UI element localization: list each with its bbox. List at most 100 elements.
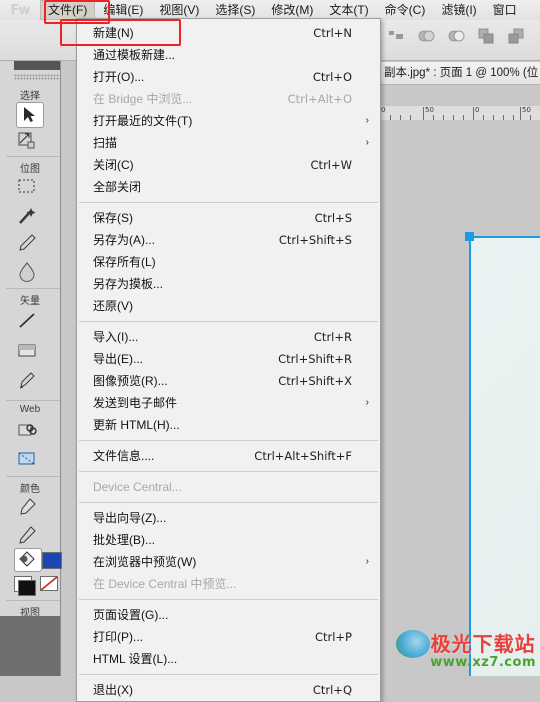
union-shapes-icon[interactable] <box>418 28 435 45</box>
paint-bucket-icon <box>19 551 35 567</box>
divider <box>6 400 60 401</box>
blur-drop-icon[interactable] <box>16 260 38 282</box>
menu-item-label: 在 Device Central 中预览... <box>93 577 237 591</box>
rectangle-icon[interactable] <box>16 340 38 362</box>
menu-separator <box>79 202 378 203</box>
menu-item-label: 另存为摸板... <box>93 277 164 291</box>
menu-item-shortcut: Ctrl+Shift+S <box>278 233 352 247</box>
divider <box>6 156 60 157</box>
document-canvas[interactable] <box>470 236 540 676</box>
menu-item-label: 在浏览器中预览(W) <box>93 555 197 569</box>
menu-item-label: 导出向导(Z)... <box>93 511 167 525</box>
menu-edit[interactable]: 编辑(E) <box>95 0 151 20</box>
document-tab[interactable]: 副本.jpg* : 页面 1 @ 100% (位 <box>380 62 540 85</box>
menu-separator <box>79 440 378 441</box>
menu-item-preview-in-browser[interactable]: 在浏览器中预览(W) › <box>77 551 380 573</box>
menu-item-print[interactable]: 打印(P)... Ctrl+P <box>77 626 380 648</box>
menu-item-save[interactable]: 保存(S) Ctrl+S <box>77 207 380 229</box>
magic-wand-icon[interactable] <box>16 205 38 227</box>
menu-item-label: 更新 HTML(H)... <box>93 418 180 432</box>
selection-border-left <box>469 236 471 676</box>
menu-item-new[interactable]: 新建(N) Ctrl+N <box>77 22 380 44</box>
toolbox-drag-handle[interactable] <box>14 74 60 80</box>
menu-item-open-recent[interactable]: 打开最近的文件(T) › <box>77 110 380 132</box>
menu-item-close[interactable]: 关闭(C) Ctrl+W <box>77 154 380 176</box>
menu-item-shortcut: Ctrl+Alt+Shift+F <box>254 449 352 463</box>
submenu-arrow-icon: › <box>365 115 369 126</box>
fill-color-swatch[interactable] <box>42 552 62 569</box>
menu-commands[interactable]: 命令(C) <box>377 0 434 20</box>
menu-item-batch-process[interactable]: 批处理(B)... <box>77 529 380 551</box>
fireworks-logo: Fw <box>10 2 31 18</box>
ruler-tick-label: 50 <box>425 106 434 114</box>
subselection-icon[interactable] <box>16 130 38 152</box>
subtract-shapes-icon[interactable] <box>448 28 465 45</box>
menu-item-revert[interactable]: 还原(V) <box>77 295 380 317</box>
bring-forward-icon[interactable] <box>478 28 495 45</box>
brush-icon[interactable] <box>16 232 38 254</box>
align-toolbar <box>388 28 525 45</box>
menu-item-shortcut: Ctrl+P <box>314 630 352 644</box>
menu-modify[interactable]: 修改(M) <box>263 0 321 20</box>
menu-item-close-all[interactable]: 全部关闭 <box>77 176 380 198</box>
slice-icon[interactable] <box>16 448 38 470</box>
watermark-title: 极光下载站 <box>430 632 536 656</box>
pen-icon[interactable] <box>16 370 38 392</box>
horizontal-ruler: 0 50 0 50 <box>380 106 540 121</box>
stroke-pencil-icon[interactable] <box>16 524 38 546</box>
eyedropper-icon[interactable] <box>16 496 38 518</box>
default-colors-swatch[interactable] <box>18 580 36 596</box>
toolbox-footer <box>0 616 60 676</box>
menu-item-shortcut: Ctrl+Alt+O <box>287 92 352 106</box>
file-menu-dropdown[interactable]: 新建(N) Ctrl+N 通过模板新建... 打开(O)... Ctrl+O 在… <box>76 18 381 702</box>
menu-item-exit[interactable]: 退出(X) Ctrl+Q <box>77 679 380 701</box>
line-icon[interactable] <box>16 310 38 332</box>
send-backward-icon[interactable] <box>508 28 525 45</box>
menu-item-preview-in-device-central: 在 Device Central 中预览... <box>77 573 380 595</box>
menu-item-label: 打印(P)... <box>93 630 143 644</box>
no-fill-icon[interactable] <box>40 576 58 591</box>
canvas-stage[interactable] <box>380 120 540 676</box>
menu-item-export-wizard[interactable]: 导出向导(Z)... <box>77 507 380 529</box>
submenu-arrow-icon: › <box>365 137 369 148</box>
menu-item-export[interactable]: 导出(E)... Ctrl+Shift+R <box>77 348 380 370</box>
menu-item-page-setup[interactable]: 页面设置(G)... <box>77 604 380 626</box>
ruler-tick-label: 0 <box>381 106 386 114</box>
divider <box>6 600 60 601</box>
menu-item-new-from-template[interactable]: 通过模板新建... <box>77 44 380 66</box>
menu-file[interactable]: 文件(F) <box>40 0 96 20</box>
selection-handle[interactable] <box>465 232 474 241</box>
menu-item-label: 打开最近的文件(T) <box>93 114 193 128</box>
menu-item-label: 还原(V) <box>93 299 133 313</box>
menu-item-send-to-email[interactable]: 发送到电子邮件 › <box>77 392 380 414</box>
menu-item-label: 导出(E)... <box>93 352 143 366</box>
menu-separator <box>79 321 378 322</box>
menu-item-shortcut: Ctrl+N <box>313 26 352 40</box>
menu-item-save-as-template[interactable]: 另存为摸板... <box>77 273 380 295</box>
menu-item-update-html[interactable]: 更新 HTML(H)... <box>77 414 380 436</box>
selection-border-top <box>469 236 540 238</box>
menu-item-label: HTML 设置(L)... <box>93 652 178 666</box>
menu-item-open[interactable]: 打开(O)... Ctrl+O <box>77 66 380 88</box>
menu-text[interactable]: 文本(T) <box>321 0 376 20</box>
menu-item-label: 图像预览(R)... <box>93 374 168 388</box>
align-icon[interactable] <box>388 28 405 45</box>
menu-item-save-as[interactable]: 另存为(A)... Ctrl+Shift+S <box>77 229 380 251</box>
menu-item-browse-in-bridge: 在 Bridge 中浏览... Ctrl+Alt+O <box>77 88 380 110</box>
menu-item-file-info[interactable]: 文件信息.... Ctrl+Alt+Shift+F <box>77 445 380 467</box>
menu-view[interactable]: 视图(V) <box>151 0 207 20</box>
menu-item-shortcut: Ctrl+Q <box>312 683 352 697</box>
hotspot-icon[interactable] <box>16 420 38 442</box>
toolbox-section-web: Web <box>19 404 41 415</box>
menu-select[interactable]: 选择(S) <box>207 0 263 20</box>
menu-item-scan[interactable]: 扫描 › <box>77 132 380 154</box>
menu-item-image-preview[interactable]: 图像预览(R)... Ctrl+Shift+X <box>77 370 380 392</box>
menu-item-save-all[interactable]: 保存所有(L) <box>77 251 380 273</box>
menu-item-label: 批处理(B)... <box>93 533 155 547</box>
menu-filters[interactable]: 滤镜(I) <box>433 0 484 20</box>
menu-item-html-setup[interactable]: HTML 设置(L)... <box>77 648 380 670</box>
marquee-icon[interactable] <box>16 176 38 198</box>
fireworks-window: 选择 位图 矢量 Web 颜色 视图 Fw 文件(F) 编辑(E) 视图(V) … <box>0 0 540 702</box>
menu-item-import[interactable]: 导入(I)... Ctrl+R <box>77 326 380 348</box>
menu-window[interactable]: 窗口 <box>485 0 525 20</box>
